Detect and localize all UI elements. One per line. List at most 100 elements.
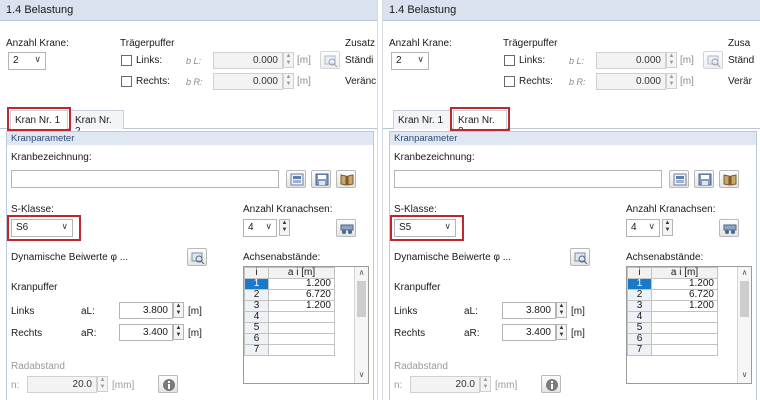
rechts-checkbox[interactable] [504, 76, 515, 87]
links-spinner[interactable]: ▲ ▼ [666, 52, 677, 68]
select-pick-button[interactable] [320, 51, 340, 69]
book-button[interactable] [336, 170, 356, 188]
row-value[interactable] [268, 333, 335, 345]
select-pick-button[interactable] [703, 51, 723, 69]
crane-axles-button[interactable] [719, 219, 739, 237]
radabstand-input[interactable]: 20.0 [410, 376, 480, 393]
dynamic-factors-button[interactable] [570, 248, 590, 266]
table-row[interactable]: 5 [244, 322, 335, 334]
kp-links-spinner[interactable]: ▲ ▼ [556, 302, 567, 318]
chevron-up-icon[interactable]: ∧ [355, 268, 368, 280]
chevron-up-icon[interactable]: ∧ [738, 268, 751, 280]
rechts-spinner[interactable]: ▲ ▼ [283, 73, 294, 89]
book-button[interactable] [719, 170, 739, 188]
table-row[interactable]: 4 [244, 311, 335, 323]
library-open-button[interactable] [669, 170, 689, 188]
links-input[interactable]: 0.000 [596, 52, 666, 69]
kp-rechts-spinner[interactable]: ▲ ▼ [556, 324, 567, 340]
row-index[interactable]: 2 [627, 289, 652, 301]
kp-rechts-spinner[interactable]: ▲ ▼ [173, 324, 184, 340]
dynamic-factors-button[interactable] [187, 248, 207, 266]
table-row[interactable]: 1 1.200 [244, 278, 335, 290]
row-value[interactable]: 1.200 [268, 300, 335, 312]
row-index[interactable]: 5 [244, 322, 269, 334]
table-row[interactable]: 5 [627, 322, 718, 334]
row-value[interactable]: 1.200 [651, 278, 718, 290]
row-index[interactable]: 2 [244, 289, 269, 301]
info-button[interactable] [541, 375, 561, 393]
row-index[interactable]: 4 [244, 311, 269, 323]
table-scrollbar[interactable]: ∧ ∨ [737, 267, 751, 383]
tab-kran-2[interactable]: Kran Nr. 2 [70, 110, 124, 137]
row-value[interactable]: 1.200 [651, 300, 718, 312]
row-index[interactable]: 1 [244, 278, 269, 290]
table-row[interactable]: 2 6.720 [627, 289, 718, 301]
table-row[interactable]: 2 6.720 [244, 289, 335, 301]
table-row[interactable]: 7 [244, 344, 335, 356]
save-button[interactable] [311, 170, 331, 188]
save-button[interactable] [694, 170, 714, 188]
kp-links-input[interactable]: 3.800 [119, 302, 173, 319]
row-index[interactable]: 3 [627, 300, 652, 312]
row-index[interactable]: 6 [244, 333, 269, 345]
row-index[interactable]: 4 [627, 311, 652, 323]
table-row[interactable]: 3 1.200 [244, 300, 335, 312]
radabstand-spinner[interactable]: ▲ ▼ [97, 376, 108, 392]
links-checkbox[interactable] [121, 55, 132, 66]
kp-links-input[interactable]: 3.800 [502, 302, 556, 319]
table-row[interactable]: 4 [627, 311, 718, 323]
anzahl-achsen-spinner[interactable]: ▲ ▼ [662, 219, 673, 236]
tab-kran-1[interactable]: Kran Nr. 1 [393, 110, 451, 129]
links-input[interactable]: 0.000 [213, 52, 283, 69]
achsenabstaende-table[interactable]: i a i [m] 1 1.200 2 6.720 3 1.200 4 5 6 7 ∧ ∨ [626, 266, 752, 384]
crane-axles-button[interactable] [336, 219, 356, 237]
scroll-thumb[interactable] [357, 281, 366, 317]
row-value[interactable]: 6.720 [268, 289, 335, 301]
radabstand-input[interactable]: 20.0 [27, 376, 97, 393]
chevron-down-icon[interactable]: ∨ [738, 370, 751, 382]
chevron-down-icon[interactable]: ∨ [355, 370, 368, 382]
scroll-thumb[interactable] [740, 281, 749, 317]
row-value[interactable] [268, 344, 335, 356]
rechts-checkbox[interactable] [121, 76, 132, 87]
table-row[interactable]: 7 [627, 344, 718, 356]
row-value[interactable] [268, 322, 335, 334]
row-value[interactable] [651, 322, 718, 334]
table-row[interactable]: 3 1.200 [627, 300, 718, 312]
rechts-input[interactable]: 0.000 [596, 73, 666, 90]
anzahl-krane-combo[interactable]: 2 ∨ [391, 52, 429, 70]
row-index[interactable]: 5 [627, 322, 652, 334]
anzahl-achsen-combo[interactable]: 4 ∨ [243, 219, 277, 237]
row-value[interactable]: 6.720 [651, 289, 718, 301]
kranbezeichnung-input[interactable] [394, 170, 662, 188]
row-index[interactable]: 6 [627, 333, 652, 345]
library-open-button[interactable] [286, 170, 306, 188]
rechts-spinner[interactable]: ▲ ▼ [666, 73, 677, 89]
row-index[interactable]: 7 [244, 344, 269, 356]
table-scrollbar[interactable]: ∧ ∨ [354, 267, 368, 383]
table-row[interactable]: 1 1.200 [627, 278, 718, 290]
row-index[interactable]: 3 [244, 300, 269, 312]
links-spinner[interactable]: ▲ ▼ [283, 52, 294, 68]
row-value[interactable] [651, 344, 718, 356]
table-row[interactable]: 6 [627, 333, 718, 345]
anzahl-achsen-spinner[interactable]: ▲ ▼ [279, 219, 290, 236]
anzahl-krane-combo[interactable]: 2 ∨ [8, 52, 46, 70]
kranbezeichnung-input[interactable] [11, 170, 279, 188]
kp-rechts-input[interactable]: 3.400 [502, 324, 556, 341]
kp-links-spinner[interactable]: ▲ ▼ [173, 302, 184, 318]
kp-rechts-input[interactable]: 3.400 [119, 324, 173, 341]
row-index[interactable]: 1 [627, 278, 652, 290]
rechts-input[interactable]: 0.000 [213, 73, 283, 90]
row-value[interactable]: 1.200 [268, 278, 335, 290]
achsenabstaende-table[interactable]: i a i [m] 1 1.200 2 6.720 3 1.200 4 5 6 7 ∧ ∨ [243, 266, 369, 384]
anzahl-achsen-combo[interactable]: 4 ∨ [626, 219, 660, 237]
row-index[interactable]: 7 [627, 344, 652, 356]
table-row[interactable]: 6 [244, 333, 335, 345]
row-value[interactable] [651, 311, 718, 323]
radabstand-spinner[interactable]: ▲ ▼ [480, 376, 491, 392]
row-value[interactable] [268, 311, 335, 323]
row-value[interactable] [651, 333, 718, 345]
info-button[interactable] [158, 375, 178, 393]
links-checkbox[interactable] [504, 55, 515, 66]
